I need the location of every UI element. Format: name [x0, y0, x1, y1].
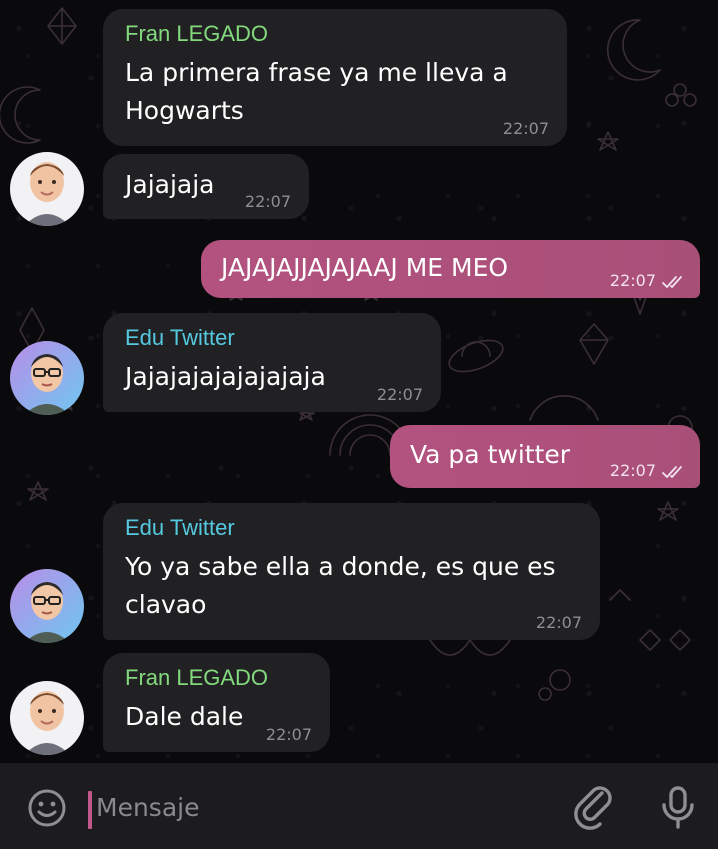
- sender-name[interactable]: Fran LEGADO: [125, 21, 268, 47]
- read-double-check-icon: [662, 276, 682, 288]
- message-bubble[interactable]: Fran LEGADO La primera frase ya me lleva…: [103, 9, 567, 146]
- avatar-memoji-icon: [10, 569, 84, 643]
- paperclip-icon[interactable]: [574, 785, 616, 835]
- message-time: 22:07: [502, 119, 549, 138]
- avatar-edu[interactable]: [10, 341, 84, 415]
- sender-name[interactable]: Edu Twitter: [125, 515, 235, 541]
- message-time: 22:07: [265, 725, 312, 744]
- message-input-bar: [0, 763, 718, 849]
- message-text-line: Dale dale: [125, 702, 244, 731]
- message-time: 22:07: [376, 385, 423, 404]
- message-input[interactable]: [90, 783, 556, 831]
- message-time: 22:07: [609, 271, 656, 290]
- message-text-line: Va pa twitter: [410, 440, 571, 469]
- message-text-line: Hogwarts: [125, 96, 244, 125]
- avatar-memoji-icon: [10, 152, 84, 226]
- microphone-icon[interactable]: [658, 785, 698, 835]
- sender-name[interactable]: Fran LEGADO: [125, 665, 268, 691]
- message-bubble[interactable]: Edu Twitter Jajajajajajajajaja 22:07: [103, 313, 441, 412]
- message-text-line: Yo ya sabe ella a donde, es que es: [125, 552, 556, 581]
- avatar-memoji-icon: [10, 341, 84, 415]
- message-text-line: Jajajajajajajajaja: [125, 362, 326, 391]
- message-bubble-outgoing[interactable]: JAJAJAJJAJAJAAJ ME MEO 22:07: [201, 240, 700, 298]
- message-bubble[interactable]: Fran LEGADO Dale dale 22:07: [103, 653, 330, 752]
- chat-area[interactable]: Fran LEGADO La primera frase ya me lleva…: [0, 0, 718, 763]
- message-time: 22:07: [609, 461, 656, 480]
- message-text-line: La primera frase ya me lleva a: [125, 58, 508, 87]
- avatar-edu[interactable]: [10, 569, 84, 643]
- message-time: 22:07: [535, 613, 582, 632]
- sender-name[interactable]: Edu Twitter: [125, 325, 235, 351]
- message-text-line: Jajajaja: [125, 170, 215, 199]
- message-bubble-outgoing[interactable]: Va pa twitter 22:07: [390, 425, 700, 488]
- message-time: 22:07: [244, 192, 291, 211]
- message-text-line: JAJAJAJJAJAJAAJ ME MEO: [221, 253, 509, 282]
- avatar-memoji-icon: [10, 681, 84, 755]
- smiley-icon[interactable]: [26, 787, 68, 833]
- avatar-fran[interactable]: [10, 681, 84, 755]
- message-text-line: clavao: [125, 590, 207, 619]
- message-bubble[interactable]: Jajajaja 22:07: [103, 154, 309, 219]
- avatar-fran[interactable]: [10, 152, 84, 226]
- message-bubble[interactable]: Edu Twitter Yo ya sabe ella a donde, es …: [103, 503, 600, 640]
- read-double-check-icon: [662, 466, 682, 478]
